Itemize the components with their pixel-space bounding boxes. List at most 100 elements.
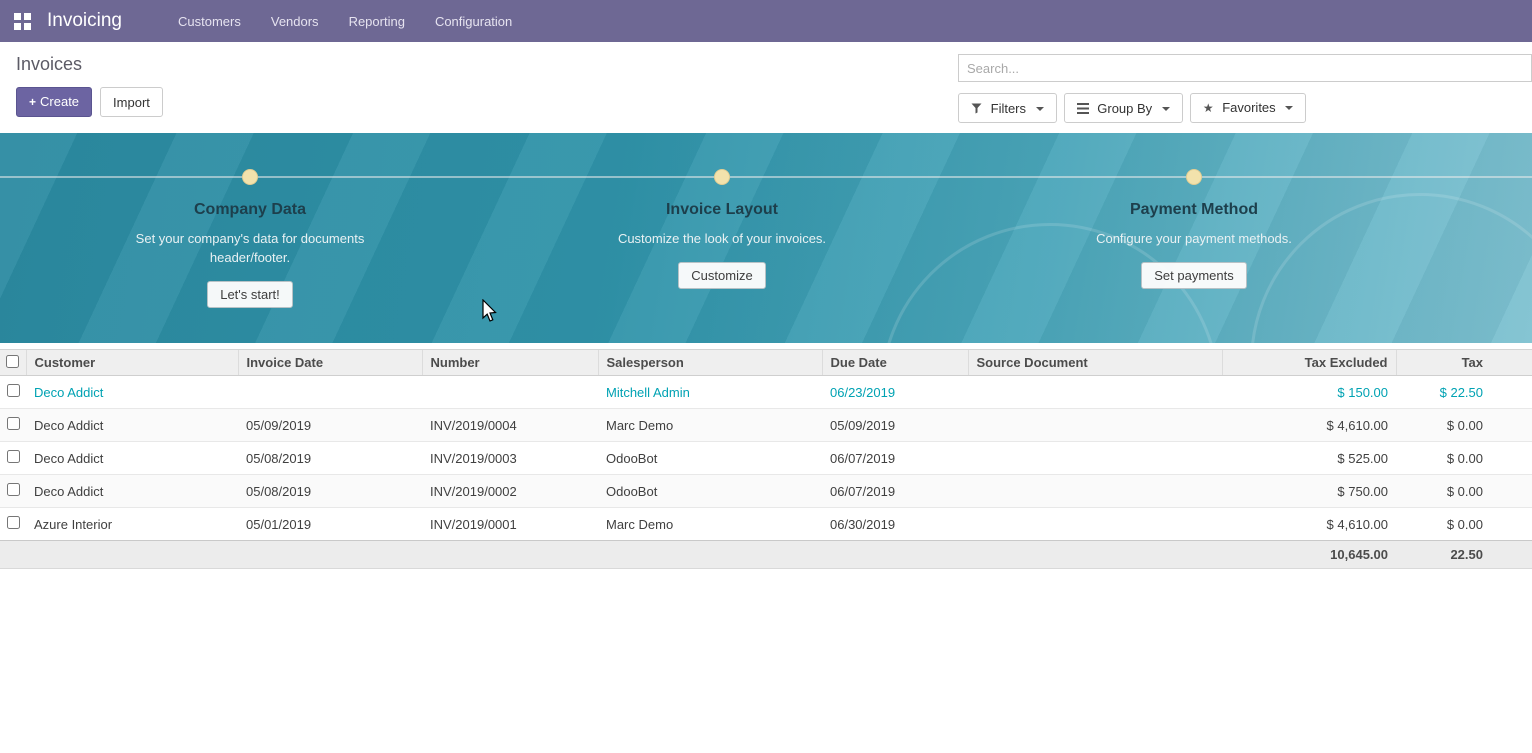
cell-customer: Deco Addict (26, 442, 238, 475)
table-row[interactable]: Azure Interior 05/01/2019 INV/2019/0001 … (0, 508, 1532, 541)
top-navbar: Invoicing Customers Vendors Reporting Co… (0, 0, 1532, 42)
menu-customers[interactable]: Customers (178, 14, 241, 29)
page-title: Invoices (16, 54, 163, 75)
onboarding-step-payment-method: Payment Method Configure your payment me… (958, 169, 1430, 308)
cell-source-document (968, 442, 1222, 475)
cell-number: INV/2019/0003 (422, 442, 598, 475)
cell-tax: $ 0.00 (1396, 475, 1532, 508)
menu-reporting[interactable]: Reporting (349, 14, 405, 29)
header-source-document[interactable]: Source Document (968, 350, 1222, 376)
table-row[interactable]: Deco Addict Mitchell Admin 06/23/2019 $ … (0, 376, 1532, 409)
chevron-down-icon (1036, 107, 1044, 111)
cell-salesperson: Mitchell Admin (598, 376, 822, 409)
row-checkbox[interactable] (7, 483, 20, 496)
cell-invoice-date: 05/08/2019 (238, 442, 422, 475)
totals-row: 10,645.00 22.50 (0, 541, 1532, 569)
cell-tax-excluded: $ 4,610.00 (1222, 508, 1396, 541)
cell-source-document (968, 508, 1222, 541)
cell-due-date: 05/09/2019 (822, 409, 968, 442)
set-payments-button[interactable]: Set payments (1141, 262, 1247, 289)
group-by-list-icon (1077, 103, 1089, 114)
cell-customer: Azure Interior (26, 508, 238, 541)
step-title: Invoice Layout (666, 201, 778, 219)
chevron-down-icon (1285, 106, 1293, 110)
cell-customer: Deco Addict (26, 376, 238, 409)
step-subtitle: Set your company's data for documents he… (130, 229, 370, 267)
cell-invoice-date: 05/08/2019 (238, 475, 422, 508)
filters-button[interactable]: Filters (958, 93, 1057, 123)
row-checkbox[interactable] (7, 417, 20, 430)
cell-due-date: 06/07/2019 (822, 475, 968, 508)
menu-configuration[interactable]: Configuration (435, 14, 512, 29)
step-subtitle: Configure your payment methods. (1096, 229, 1292, 248)
row-checkbox[interactable] (7, 450, 20, 463)
cell-source-document (968, 376, 1222, 409)
cell-tax-excluded: $ 4,610.00 (1222, 409, 1396, 442)
cell-tax: $ 0.00 (1396, 409, 1532, 442)
group-by-button[interactable]: Group By (1064, 93, 1183, 123)
header-number[interactable]: Number (422, 350, 598, 376)
cell-tax: $ 0.00 (1396, 442, 1532, 475)
group-by-button-label: Group By (1097, 101, 1152, 116)
cell-customer: Deco Addict (26, 409, 238, 442)
chevron-down-icon (1162, 107, 1170, 111)
step-dot (714, 169, 730, 185)
cell-number: INV/2019/0001 (422, 508, 598, 541)
cell-number: INV/2019/0004 (422, 409, 598, 442)
cell-invoice-date (238, 376, 422, 409)
cell-tax: $ 0.00 (1396, 508, 1532, 541)
header-customer[interactable]: Customer (26, 350, 238, 376)
favorites-button[interactable]: ★ Favorites (1190, 93, 1306, 123)
table-row[interactable]: Deco Addict 05/08/2019 INV/2019/0002 Odo… (0, 475, 1532, 508)
total-tax-excluded: 10,645.00 (1222, 541, 1396, 569)
cell-salesperson: OdooBot (598, 442, 822, 475)
step-dot (1186, 169, 1202, 185)
onboarding-step-invoice-layout: Invoice Layout Customize the look of you… (486, 169, 958, 308)
cell-invoice-date: 05/09/2019 (238, 409, 422, 442)
onboarding-step-company-data: Company Data Set your company's data for… (14, 169, 486, 308)
cell-salesperson: Marc Demo (598, 508, 822, 541)
create-button[interactable]: + Create (16, 87, 92, 117)
cell-tax-excluded: $ 750.00 (1222, 475, 1396, 508)
create-button-label: Create (40, 94, 79, 109)
step-dot (242, 169, 258, 185)
header-due-date[interactable]: Due Date (822, 350, 968, 376)
favorites-button-label: Favorites (1222, 100, 1275, 115)
header-tax[interactable]: Tax (1396, 350, 1532, 376)
customize-button[interactable]: Customize (678, 262, 765, 289)
header-salesperson[interactable]: Salesperson (598, 350, 822, 376)
menu-vendors[interactable]: Vendors (271, 14, 319, 29)
star-icon: ★ (1203, 101, 1214, 115)
main-menu: Customers Vendors Reporting Configuratio… (178, 14, 512, 29)
select-all-checkbox[interactable] (6, 355, 19, 368)
cell-tax: $ 22.50 (1396, 376, 1532, 409)
row-checkbox[interactable] (7, 516, 20, 529)
table-row[interactable]: Deco Addict 05/09/2019 INV/2019/0004 Mar… (0, 409, 1532, 442)
cell-invoice-date: 05/01/2019 (238, 508, 422, 541)
header-tax-excluded[interactable]: Tax Excluded (1222, 350, 1396, 376)
app-title[interactable]: Invoicing (47, 10, 122, 32)
header-invoice-date[interactable]: Invoice Date (238, 350, 422, 376)
search-filter-buttons: Filters Group By ★ Favorites (958, 93, 1532, 123)
row-checkbox[interactable] (7, 384, 20, 397)
step-subtitle: Customize the look of your invoices. (618, 229, 826, 248)
cell-salesperson: Marc Demo (598, 409, 822, 442)
cell-number: INV/2019/0002 (422, 475, 598, 508)
apps-grid-icon[interactable] (14, 13, 31, 30)
plus-icon: + (29, 95, 36, 109)
table-header-row: Customer Invoice Date Number Salesperson… (0, 350, 1532, 376)
import-button[interactable]: Import (100, 87, 163, 117)
step-title: Payment Method (1130, 201, 1258, 219)
cell-number (422, 376, 598, 409)
lets-start-button[interactable]: Let's start! (207, 281, 293, 308)
table-row[interactable]: Deco Addict 05/08/2019 INV/2019/0003 Odo… (0, 442, 1532, 475)
invoice-table: Customer Invoice Date Number Salesperson… (0, 349, 1532, 569)
cell-customer: Deco Addict (26, 475, 238, 508)
control-panel: Invoices + Create Import Filters Group By… (0, 42, 1532, 133)
invoice-list: Customer Invoice Date Number Salesperson… (0, 349, 1532, 569)
cell-due-date: 06/30/2019 (822, 508, 968, 541)
filter-funnel-icon (971, 103, 982, 114)
cell-source-document (968, 475, 1222, 508)
cell-tax-excluded: $ 150.00 (1222, 376, 1396, 409)
search-input[interactable] (958, 54, 1532, 82)
